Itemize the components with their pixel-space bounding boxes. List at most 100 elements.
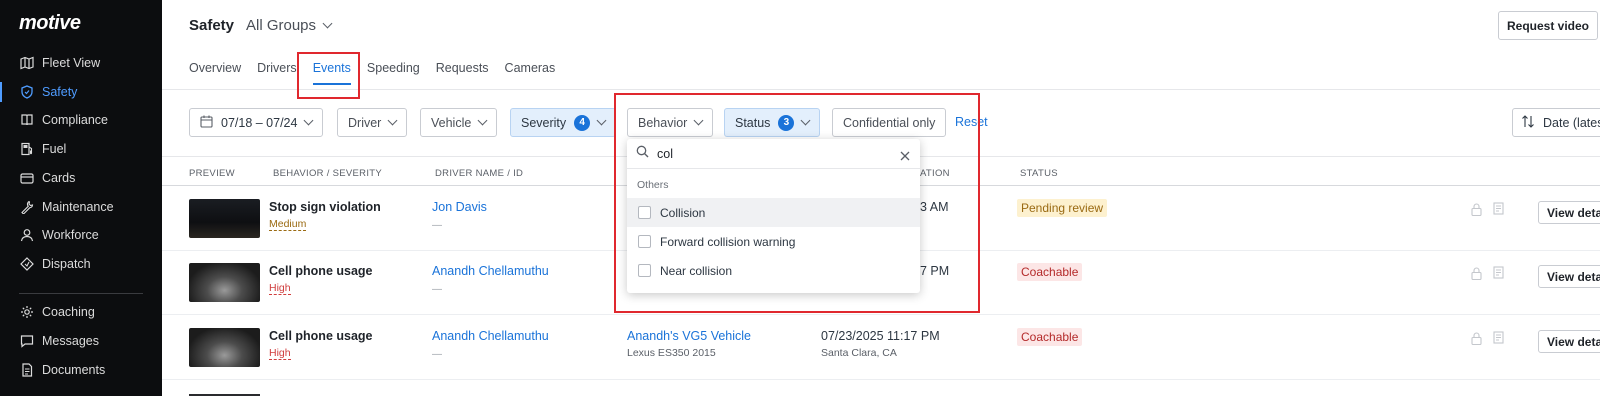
confidential-only-label: Confidential only: [843, 115, 936, 130]
chevron-down-icon: [596, 115, 607, 126]
sidebar-item-safety[interactable]: Safety: [0, 79, 162, 105]
sidebar-item-label: Maintenance: [42, 200, 114, 214]
column-behavior-severity: BEHAVIOR / SEVERITY: [273, 168, 382, 179]
driver-name-link[interactable]: Anandh Chellamuthu: [432, 329, 549, 343]
option-near-collision[interactable]: Near collision: [627, 256, 920, 285]
tag-icon: [20, 257, 34, 271]
group-selector[interactable]: All Groups: [246, 17, 333, 34]
event-location: Santa Clara, CA: [821, 347, 897, 359]
driver-id: —: [432, 284, 442, 295]
event-video-thumbnail[interactable]: [189, 199, 260, 238]
checkbox[interactable]: [638, 264, 651, 277]
tab-speeding[interactable]: Speeding: [367, 61, 420, 85]
sidebar-item-documents[interactable]: Documents: [0, 357, 162, 383]
behavior-label: Cell phone usage: [269, 264, 373, 278]
tab-cameras[interactable]: Cameras: [505, 61, 556, 85]
note-icon[interactable]: [1493, 202, 1504, 220]
tab-bar: Overview Drivers Events Speeding Request…: [189, 61, 571, 85]
behavior-search-input[interactable]: [657, 146, 887, 161]
option-forward-collision-warning[interactable]: Forward collision warning: [627, 227, 920, 256]
behavior-filter[interactable]: Behavior: [627, 108, 714, 137]
view-details-button[interactable]: View details: [1538, 265, 1600, 288]
confidential-only-toggle[interactable]: Confidential only: [832, 108, 947, 137]
driver-id: —: [432, 349, 442, 360]
option-collision[interactable]: Collision: [627, 198, 920, 227]
event-video-thumbnail[interactable]: [189, 263, 260, 302]
severity-label: High: [269, 282, 291, 295]
sidebar: motive Fleet View Safety Compliance Fuel: [0, 0, 162, 396]
event-datetime: 07/23/2025 11:17 PM: [821, 329, 940, 343]
lock-icon[interactable]: [1471, 203, 1482, 221]
reset-filters-link[interactable]: Reset: [955, 115, 988, 129]
shield-icon: [20, 85, 34, 99]
page-title: Safety: [189, 17, 235, 34]
event-datetime: 7 PM: [920, 264, 950, 278]
search-icon: [636, 145, 649, 163]
status-badge: Pending review: [1017, 199, 1108, 217]
request-video-button[interactable]: Request video: [1498, 11, 1598, 40]
book-icon: [20, 113, 34, 127]
sidebar-item-cards[interactable]: Cards: [0, 165, 162, 191]
driver-filter-label: Driver: [348, 115, 382, 130]
severity-count-badge: 4: [574, 114, 591, 131]
column-preview: PREVIEW: [189, 168, 235, 179]
page-header: Safety All Groups Request video Overview…: [162, 0, 1600, 90]
sidebar-item-messages[interactable]: Messages: [0, 328, 162, 354]
severity-label: High: [269, 347, 291, 360]
chevron-down-icon: [477, 115, 488, 126]
sidebar-item-maintenance[interactable]: Maintenance: [0, 194, 162, 220]
chevron-down-icon: [304, 115, 314, 126]
status-filter[interactable]: Status 3: [724, 108, 821, 137]
driver-name-link[interactable]: Anandh Chellamuthu: [432, 264, 549, 278]
table-row[interactable]: Cell phone usage High Anandh Chellamuthu…: [162, 316, 1600, 380]
sidebar-item-label: Compliance: [42, 113, 109, 127]
note-icon[interactable]: [1493, 331, 1504, 349]
option-label: Collision: [660, 205, 706, 220]
view-details-button[interactable]: View details: [1538, 330, 1600, 353]
behavior-dropdown: Others Collision Forward collision warni…: [627, 139, 920, 293]
event-video-thumbnail[interactable]: [189, 328, 260, 367]
fuel-pump-icon: [20, 142, 34, 156]
sidebar-item-fuel[interactable]: Fuel: [0, 136, 162, 162]
vehicle-filter-label: Vehicle: [431, 115, 472, 130]
sidebar-item-label: Workforce: [42, 228, 99, 242]
gear-icon: [20, 305, 34, 319]
sidebar-item-label: Coaching: [42, 305, 95, 319]
note-icon[interactable]: [1493, 266, 1504, 284]
events-tab-highlight: [297, 52, 360, 99]
chevron-down-icon: [322, 18, 333, 29]
view-details-button[interactable]: View details: [1538, 201, 1600, 224]
lock-icon[interactable]: [1471, 267, 1482, 285]
date-range-filter[interactable]: 07/18 – 07/24: [189, 108, 324, 137]
vehicle-link[interactable]: Anandh's VG5 Vehicle: [627, 329, 751, 343]
tab-drivers[interactable]: Drivers: [257, 61, 297, 85]
sidebar-item-fleet-view[interactable]: Fleet View: [0, 50, 162, 76]
driver-name-link[interactable]: Jon Davis: [432, 200, 487, 214]
sidebar-item-coaching[interactable]: Coaching: [0, 299, 162, 325]
date-range-label: 07/18 – 07/24: [221, 115, 298, 130]
sidebar-item-workforce[interactable]: Workforce: [0, 222, 162, 248]
sort-button[interactable]: Date (latest): [1512, 108, 1600, 137]
motive-logo[interactable]: motive: [19, 12, 81, 35]
checkbox[interactable]: [638, 235, 651, 248]
sidebar-item-label: Dispatch: [42, 257, 91, 271]
close-icon[interactable]: [900, 148, 910, 166]
tab-requests[interactable]: Requests: [436, 61, 489, 85]
sidebar-item-dispatch[interactable]: Dispatch: [0, 251, 162, 277]
severity-filter[interactable]: Severity 4: [510, 108, 617, 137]
sidebar-item-label: Fleet View: [42, 56, 101, 70]
checkbox[interactable]: [638, 206, 651, 219]
lock-icon[interactable]: [1471, 332, 1482, 350]
driver-filter[interactable]: Driver: [337, 108, 408, 137]
column-status: STATUS: [1020, 168, 1058, 179]
column-driver: DRIVER NAME / ID: [435, 168, 524, 179]
vehicle-filter[interactable]: Vehicle: [420, 108, 498, 137]
group-selector-label: All Groups: [246, 17, 317, 34]
status-badge: Coachable: [1017, 328, 1083, 346]
sidebar-item-label: Cards: [42, 171, 76, 185]
driver-id: —: [432, 220, 442, 231]
behavior-label: Cell phone usage: [269, 329, 373, 343]
sidebar-item-compliance[interactable]: Compliance: [0, 107, 162, 133]
calendar-icon: [200, 115, 213, 131]
tab-overview[interactable]: Overview: [189, 61, 241, 85]
